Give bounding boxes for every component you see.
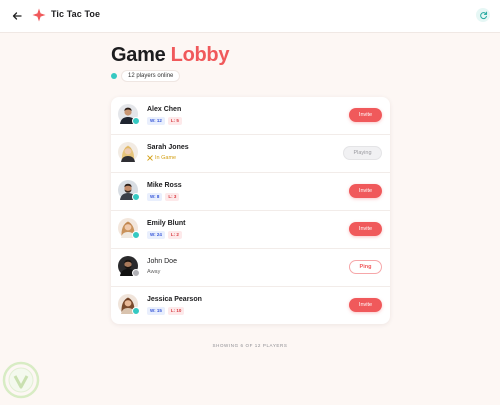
player-row: Mike Ross W: 8 L: 3 Invite <box>111 173 390 211</box>
losses-badge: L: 3 <box>165 193 180 201</box>
player-row: John Doe Away Ping <box>111 249 390 287</box>
player-stats: W: 12 L: 5 <box>147 117 182 125</box>
in-game-label: In Game <box>155 155 177 161</box>
player-status: In Game <box>147 155 176 161</box>
status-online-dot <box>132 307 140 315</box>
losses-badge: L: 10 <box>167 307 185 315</box>
avatar <box>118 180 140 201</box>
losses-badge: L: 2 <box>167 231 182 239</box>
invite-button[interactable]: Invite <box>349 184 382 198</box>
in-game-status: In Game <box>147 155 176 161</box>
playing-button[interactable]: Playing <box>343 146 382 160</box>
player-row: Sarah Jones In Game Playing <box>111 135 390 173</box>
player-name: Emily Blunt <box>147 220 186 227</box>
online-dot-icon <box>111 73 117 79</box>
player-stats: W: 8 L: 3 <box>147 193 180 201</box>
player-name: Alex Chen <box>147 106 182 113</box>
avatar <box>118 256 140 277</box>
player-stats: W: 24 L: 2 <box>147 231 182 239</box>
player-row: Alex Chen W: 12 L: 5 Invite <box>111 97 390 135</box>
top-bar: Tic Tac Toe <box>0 0 500 33</box>
player-name: Jessica Pearson <box>147 296 202 303</box>
player-name: Sarah Jones <box>147 144 189 151</box>
wins-badge: W: 15 <box>147 307 165 315</box>
wins-badge: W: 8 <box>147 193 163 201</box>
sparkle-icon <box>32 8 46 22</box>
app-title: Tic Tac Toe <box>51 9 101 19</box>
player-name: Mike Ross <box>147 182 182 189</box>
page-title-main: Game <box>111 44 166 66</box>
wins-badge: W: 12 <box>147 117 165 125</box>
invite-button[interactable]: Invite <box>349 108 382 122</box>
pagination-summary: SHOWING 6 OF 12 PLAYERS <box>212 343 288 348</box>
player-list: Alex Chen W: 12 L: 5 Invite Sarah Jones … <box>111 97 390 324</box>
losses-badge: L: 5 <box>167 117 182 125</box>
status-online-dot <box>132 193 140 201</box>
refresh-icon[interactable] <box>476 8 490 22</box>
arrow-left-icon[interactable] <box>10 9 24 23</box>
online-count: 12 players online <box>121 70 181 82</box>
online-indicator: 12 players online <box>111 70 181 82</box>
ping-button[interactable]: Ping <box>349 260 382 274</box>
page-title: Game Lobby <box>111 44 229 67</box>
wins-badge: W: 24 <box>147 231 165 239</box>
swords-icon <box>147 155 153 161</box>
invite-button[interactable]: Invite <box>349 298 382 312</box>
avatar <box>118 104 140 125</box>
avatar <box>118 218 140 239</box>
status-online-dot <box>132 231 140 239</box>
status-away-dot <box>132 269 140 277</box>
avatar <box>118 294 140 315</box>
player-row: Jessica Pearson W: 15 L: 10 Invite <box>111 287 390 324</box>
status-online-dot <box>132 117 140 125</box>
avatar <box>118 142 138 162</box>
player-row: Emily Blunt W: 24 L: 2 Invite <box>111 211 390 249</box>
player-stats: W: 15 L: 10 <box>147 307 185 315</box>
away-status: Away <box>147 269 161 275</box>
player-status: Away <box>147 269 160 275</box>
player-name: John Doe <box>147 258 177 265</box>
page-title-accent: Lobby <box>170 44 230 66</box>
invite-button[interactable]: Invite <box>349 222 382 236</box>
watermark-logo-icon <box>1 360 41 400</box>
